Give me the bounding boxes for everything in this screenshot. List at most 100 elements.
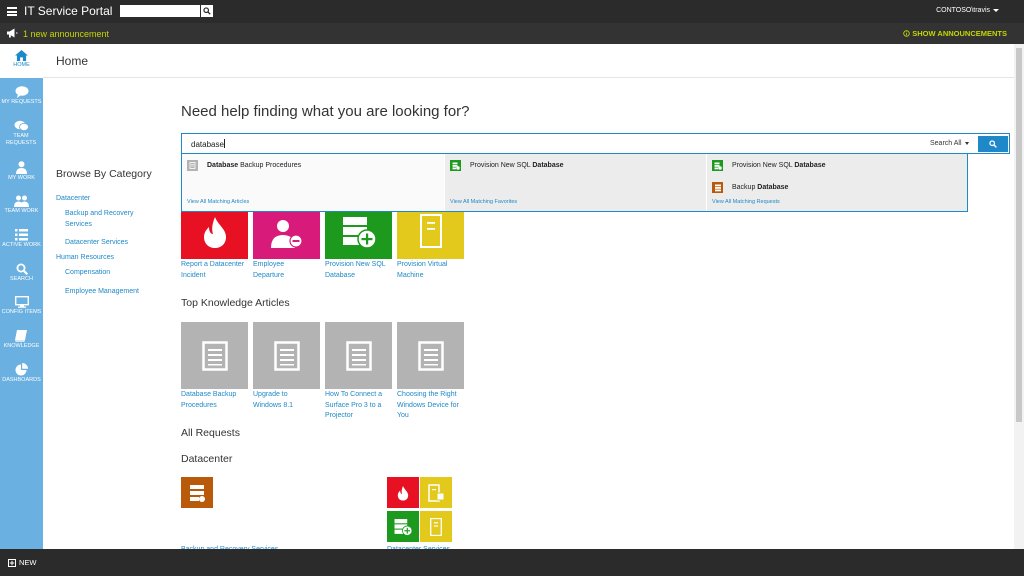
person-icon — [16, 161, 27, 174]
people-icon — [14, 195, 29, 207]
nav-my-requests[interactable]: MY REQUESTS — [0, 86, 43, 106]
tile-label[interactable]: Upgrade to Windows 8.1 — [253, 390, 303, 411]
tile-label[interactable]: How To Connect a Surface Pro 3 to a Proj… — [325, 390, 391, 422]
user-name: CONTOSO\travis — [936, 7, 990, 14]
category-datacenter[interactable]: Datacenter — [56, 194, 90, 205]
nav-dashboards[interactable]: DASHBOARDS — [0, 363, 43, 384]
nav-knowledge[interactable]: KNOWLEDGE — [0, 330, 43, 350]
search-input[interactable]: database — [191, 139, 225, 149]
list-icon — [15, 229, 28, 241]
global-search-input[interactable] — [120, 5, 200, 17]
search-scope-label: Search All — [930, 140, 962, 147]
view-all-favorites-link[interactable]: View All Matching Favorites — [450, 199, 517, 205]
suggestion-request[interactable]: Backup Database — [712, 182, 788, 193]
top-bar: IT Service Portal CONTOSO\travis — [0, 0, 1024, 23]
nav-knowledge-label: KNOWLEDGE — [3, 343, 40, 349]
nav-dashboards-label: DASHBOARDS — [2, 377, 41, 383]
tile-backup-recovery-services[interactable] — [181, 477, 213, 508]
suggestions-requests: Provision New SQL Database Backup Databa… — [706, 154, 968, 211]
tile-knowledge-article[interactable] — [397, 322, 464, 389]
suggestion-text: Backup — [732, 184, 758, 191]
tile-report-datacenter-incident-small[interactable] — [387, 477, 419, 508]
search-icon — [16, 263, 28, 275]
tile-provision-sql-database-small[interactable] — [387, 511, 419, 542]
suggestion-match: Database — [794, 162, 826, 169]
suggestion-match: Database — [757, 184, 789, 191]
nav-my-work[interactable]: MY WORK — [0, 161, 43, 182]
tile-knowledge-article[interactable] — [325, 322, 392, 389]
scrollbar-thumb[interactable] — [1016, 48, 1022, 422]
view-all-articles-link[interactable]: View All Matching Articles — [187, 199, 249, 205]
article-icon — [417, 340, 444, 371]
chevron-down-icon — [993, 8, 999, 12]
nav-config-items-label: CONFIG ITEMS — [1, 309, 42, 315]
chevron-down-icon — [964, 141, 969, 145]
category-human-resources[interactable]: Human Resources — [56, 253, 114, 264]
nav-team-work-label: TEAM WORK — [4, 208, 39, 214]
article-icon — [201, 340, 228, 371]
nav-my-work-label: MY WORK — [8, 175, 35, 181]
tile-label[interactable]: Choosing the Right Windows Device for Yo… — [397, 390, 467, 422]
view-all-requests-link[interactable]: View All Matching Requests — [712, 199, 780, 205]
tile-label[interactable]: Report a Datacenter Incident — [181, 260, 251, 281]
nav-team-requests[interactable]: TEAM REQUESTS — [0, 120, 43, 147]
main-search-box[interactable]: database Search All — [181, 133, 1010, 154]
page-title: Home — [56, 54, 89, 68]
database-add-icon — [342, 217, 377, 249]
suggestion-favorite[interactable]: Provision New SQL Database — [450, 160, 564, 171]
bottom-bar: NEW — [0, 549, 1024, 576]
tile-label[interactable]: Provision Virtual Machine — [397, 260, 457, 281]
suggestion-article[interactable]: Database Backup Procedures — [187, 160, 301, 171]
server-icon — [430, 517, 442, 536]
help-heading: Need help finding what you are looking f… — [181, 103, 470, 120]
article-icon — [187, 160, 198, 171]
info-circle-icon — [903, 30, 911, 37]
nav-team-work[interactable]: TEAM WORK — [0, 195, 43, 215]
database-add-icon — [450, 160, 461, 171]
knowledge-section-title: Top Knowledge Articles — [181, 297, 290, 309]
user-menu[interactable]: CONTOSO\travis — [936, 7, 999, 14]
search-button[interactable] — [978, 136, 1008, 152]
article-icon — [273, 340, 300, 371]
search-icon — [989, 140, 997, 148]
nav-my-requests-label: MY REQUESTS — [1, 99, 42, 105]
category-compensation[interactable]: Compensation — [65, 268, 110, 279]
search-scope-dropdown[interactable]: Search All — [930, 140, 969, 147]
nav-active-work[interactable]: ACTIVE WORK — [0, 229, 43, 249]
all-requests-title: All Requests — [181, 427, 240, 439]
suggestion-text: Provision New SQL — [732, 162, 795, 169]
app-title[interactable]: IT Service Portal — [24, 4, 112, 18]
menu-icon[interactable] — [7, 7, 17, 16]
category-backup-recovery[interactable]: Backup and Recovery Services — [65, 209, 145, 230]
tile-label[interactable]: Database Backup Procedures — [181, 390, 243, 411]
chat-bubbles-icon — [14, 120, 29, 131]
category-employee-management[interactable]: Employee Management — [65, 287, 139, 298]
nav-config-items[interactable]: CONFIG ITEMS — [0, 296, 43, 316]
tile-knowledge-article[interactable] — [181, 322, 248, 389]
announcement-link[interactable]: 1 new announcement — [23, 29, 109, 39]
nav-home[interactable]: HOME — [0, 44, 43, 78]
category-datacenter-services[interactable]: Datacenter Services — [65, 238, 128, 249]
tile-knowledge-article[interactable] — [253, 322, 320, 389]
chat-bubble-icon — [15, 86, 28, 98]
database-add-icon — [712, 160, 723, 171]
suggestion-match: Database — [207, 162, 239, 169]
show-announcements-label: SHOW ANNOUNCEMENTS — [912, 29, 1007, 38]
suggestion-request[interactable]: Provision New SQL Database — [712, 160, 826, 171]
suggestion-match: Database — [532, 162, 564, 169]
tile-datacenter-services-small[interactable] — [420, 477, 452, 508]
megaphone-icon — [7, 28, 18, 38]
show-announcements-button[interactable]: SHOW ANNOUNCEMENTS — [903, 29, 1007, 38]
tile-label[interactable]: Employee Departure — [253, 260, 303, 281]
new-button-label: NEW — [19, 558, 37, 567]
global-search-button[interactable] — [201, 5, 213, 17]
tile-label[interactable]: Provision New SQL Database — [325, 260, 395, 281]
home-icon — [15, 50, 28, 61]
search-suggestions-dropdown: Database Backup Procedures View All Matc… — [181, 154, 968, 212]
tile-provision-virtual-machine-small[interactable] — [420, 511, 452, 542]
plus-square-icon — [8, 558, 16, 567]
nav-search-label: SEARCH — [10, 276, 33, 282]
nav-search[interactable]: SEARCH — [0, 263, 43, 283]
pie-chart-icon — [15, 363, 28, 376]
new-button[interactable]: NEW — [8, 558, 37, 567]
